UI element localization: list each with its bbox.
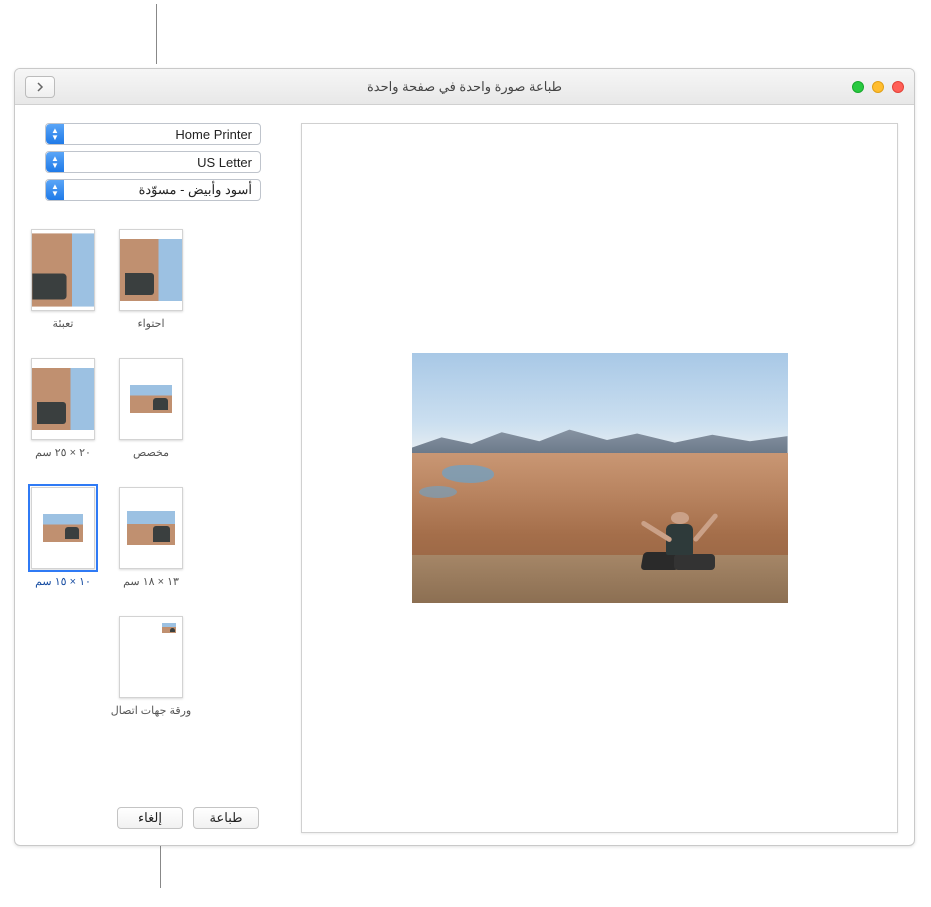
color-mode-popup[interactable]: أسود وأبيض - مسوّدة ▲▼ [45,179,261,201]
titlebar: طباعة صورة واحدة في صفحة واحدة [15,69,914,105]
dialog-content: Home Printer ▲▼ US Letter ▲▼ أسود وأبيض … [15,105,914,845]
layout-option-label: ١٠ × ١٥ سم [35,575,91,588]
layout-option-label: ورقة جهات اتصال [111,704,191,717]
layout-option-contact-sheet[interactable]: ورقة جهات اتصال [119,616,183,717]
layout-option-20x25[interactable]: ٢٠ × ٢٥ سم [31,358,95,459]
print-preview-pane [301,123,898,833]
popup-arrows-icon: ▲▼ [46,124,64,144]
callout-line-top [156,4,157,64]
cancel-button[interactable]: إلغاء [117,807,183,829]
layout-option-13x18[interactable]: ١٣ × ١٨ سم [119,487,183,588]
layout-thumbnails-grid: احتواء تعبئة مخصص ٢٠ × ٢٥ سم [31,229,261,717]
cancel-button-label: إلغاء [138,810,162,826]
print-button[interactable]: طباعة [193,807,259,829]
print-dialog-window: طباعة صورة واحدة في صفحة واحدة Home Prin… [14,68,915,846]
chevron-right-icon [35,82,45,92]
printer-popup[interactable]: Home Printer ▲▼ [45,123,261,145]
layout-option-fill[interactable]: تعبئة [31,229,95,330]
window-title: طباعة صورة واحدة في صفحة واحدة [367,79,562,95]
color-mode-popup-value: أسود وأبيض - مسوّدة [139,182,252,198]
popup-arrows-icon: ▲▼ [46,180,64,200]
preview-photo [412,353,788,603]
layout-option-contain[interactable]: احتواء [119,229,183,330]
paper-size-popup-value: US Letter [197,155,252,170]
layout-option-label: ١٣ × ١٨ سم [123,575,179,588]
layout-option-custom[interactable]: مخصص [119,358,183,459]
traffic-lights [852,81,904,93]
print-button-label: طباعة [210,810,243,826]
back-button[interactable] [25,76,55,98]
layout-option-10x15[interactable]: ١٠ × ١٥ سم [31,487,95,588]
minimize-icon[interactable] [872,81,884,93]
zoom-icon[interactable] [852,81,864,93]
printer-popup-value: Home Printer [175,127,252,142]
dialog-footer: طباعة إلغاء [31,799,261,833]
close-icon[interactable] [892,81,904,93]
layout-option-label: تعبئة [53,317,74,330]
layout-option-label: ٢٠ × ٢٥ سم [35,446,91,459]
paper-size-popup[interactable]: US Letter ▲▼ [45,151,261,173]
layout-option-label: مخصص [133,446,169,459]
print-options-sidebar: Home Printer ▲▼ US Letter ▲▼ أسود وأبيض … [31,123,261,833]
layout-option-label: احتواء [137,317,164,330]
popup-arrows-icon: ▲▼ [46,152,64,172]
